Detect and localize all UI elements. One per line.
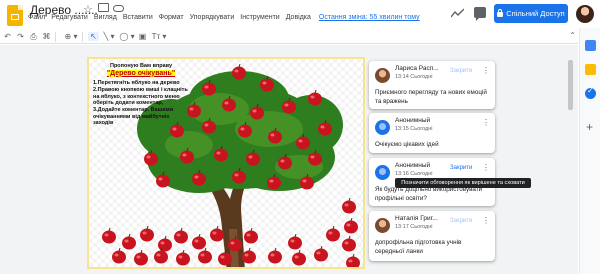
lock-icon: [497, 9, 504, 17]
share-button-label: Спільний Доступ: [506, 9, 565, 18]
tasks-icon[interactable]: [585, 86, 596, 99]
slides-editor: Дерево ....... ☆ Файл Редагувати Вигляд …: [0, 0, 600, 274]
apple-icon[interactable]: [268, 247, 282, 264]
keep-icon[interactable]: [585, 64, 596, 75]
title-bar: Дерево ....... ☆ Файл Редагувати Вигляд …: [0, 0, 600, 26]
more-options-icon[interactable]: ⋮: [482, 118, 490, 127]
shape-tool-icon[interactable]: ◯ ▾: [119, 32, 135, 41]
menu-help[interactable]: Довідка: [286, 14, 311, 21]
add-addon-icon[interactable]: +: [586, 120, 593, 134]
paint-format-icon[interactable]: ⌘: [41, 32, 52, 41]
comment-time: 13:15 Сьогодні: [395, 126, 433, 132]
comment-avatar: [375, 218, 390, 233]
slide[interactable]: Пропоную Вам вправу "Дерево очікувань" 1…: [87, 57, 365, 269]
comment-history-icon[interactable]: [474, 7, 486, 21]
comment-author: Анонимный: [395, 162, 431, 169]
toolbar-divider: [82, 31, 83, 42]
toolbar: ↶ ↷ ⎙ ⌘ ⊕ ▾ ↖ ╲ ▾ ◯ ▾ ▣ Tᴛ ▾ ⌃: [0, 30, 578, 44]
comment-body: Як будуть доцільно використовувати профі…: [375, 186, 483, 202]
move-folder-icon[interactable]: [98, 3, 109, 12]
menu-file[interactable]: Файл: [28, 14, 45, 21]
select-cursor-icon[interactable]: ↖: [88, 32, 99, 41]
comment-time: 13:16 Сьогодні: [395, 171, 433, 177]
menu-bar: Файл Редагувати Вигляд Вставити Формат У…: [28, 14, 426, 21]
comment-body: допрофільна підготовка учнів середньої л…: [375, 239, 462, 255]
apple-icon[interactable]: [134, 249, 148, 266]
resolve-button[interactable]: Закрити: [450, 218, 472, 224]
comment-card[interactable]: Наталія Григ... 13:17 Сьогодні Закрити ⋮…: [369, 211, 495, 261]
apple-icon[interactable]: [232, 63, 246, 80]
apple-icon[interactable]: [308, 89, 322, 106]
cloud-saved-icon: [113, 5, 124, 12]
menu-format[interactable]: Формат: [159, 14, 184, 21]
comment-card[interactable]: Анонимный 13:15 Сьогодні ⋮ Очікуємо ціка…: [369, 113, 495, 153]
comment-body: Приємного перегляду та нових емоцій та в…: [375, 89, 487, 105]
apple-icon[interactable]: [342, 235, 356, 252]
toolbar-divider: [55, 31, 56, 42]
resolve-button[interactable]: Закрити: [450, 165, 472, 171]
text-tool-icon[interactable]: Tᴛ ▾: [150, 32, 168, 41]
apple-icon[interactable]: [326, 225, 340, 242]
menu-edit[interactable]: Редагувати: [51, 14, 88, 21]
apple-icon[interactable]: [242, 247, 256, 264]
apple-icon[interactable]: [344, 217, 358, 234]
comment-avatar: [375, 120, 390, 135]
apple-icon[interactable]: [198, 247, 212, 264]
more-options-icon[interactable]: ⋮: [482, 163, 490, 172]
comment-author: Анонимный: [395, 117, 431, 124]
comment-author: Наталія Григ...: [395, 215, 438, 222]
comment-time: 13:14 Сьогодні: [395, 74, 433, 80]
apple-icon[interactable]: [314, 245, 328, 262]
zoom-icon[interactable]: ⊕ ▾: [63, 32, 79, 41]
apple-icon[interactable]: [102, 227, 116, 244]
apple-icon[interactable]: [112, 247, 126, 264]
apple-icon[interactable]: [140, 225, 154, 242]
print-icon[interactable]: ⎙: [28, 32, 39, 42]
menu-arrange[interactable]: Упорядкувати: [190, 14, 235, 21]
apple-icon[interactable]: [210, 225, 224, 242]
line-tool-icon[interactable]: ╲ ▾: [101, 32, 117, 41]
menu-insert[interactable]: Вставити: [123, 14, 153, 21]
apple-icon[interactable]: [288, 233, 302, 250]
image-tool-icon[interactable]: ▣: [137, 32, 148, 41]
apple-icon[interactable]: [244, 227, 258, 244]
apple-icon[interactable]: [174, 227, 188, 244]
comment-avatar: [375, 68, 390, 83]
slides-logo-icon[interactable]: [7, 5, 23, 26]
menu-view[interactable]: Вигляд: [94, 14, 117, 21]
resolve-tooltip: Позначити обговорення як вирішене та схо…: [395, 178, 531, 188]
comment-time: 13:17 Сьогодні: [395, 224, 433, 230]
apple-icon[interactable]: [342, 197, 356, 214]
menu-tools[interactable]: Інструменти: [240, 14, 279, 21]
calendar-icon[interactable]: [585, 40, 596, 51]
side-panel: +: [579, 28, 600, 274]
comment-card[interactable]: Лариса Расп... 13:14 Сьогодні Закрити ⋮ …: [369, 61, 495, 109]
slide-instructions[interactable]: Пропоную Вам вправу "Дерево очікувань" 1…: [93, 63, 189, 127]
undo-icon[interactable]: ↶: [2, 32, 13, 41]
more-options-icon[interactable]: ⋮: [482, 66, 490, 75]
apple-icon[interactable]: [158, 235, 172, 252]
apple-icon[interactable]: [346, 253, 360, 269]
activity-trend-icon[interactable]: [451, 8, 464, 18]
slide-title: "Дерево очікувань": [93, 69, 189, 79]
redo-icon[interactable]: ↷: [15, 32, 26, 41]
comment-body: Очікуємо цікавих ідей: [375, 141, 439, 148]
more-options-icon[interactable]: ⋮: [482, 216, 490, 225]
comments-panel: Лариса Расп... 13:14 Сьогодні Закрити ⋮ …: [369, 57, 498, 274]
comment-author: Лариса Расп...: [395, 65, 439, 72]
apple-icon[interactable]: [292, 249, 306, 266]
slide-intro: Пропоную Вам вправу: [109, 63, 172, 69]
account-avatar[interactable]: [576, 5, 594, 23]
comment-avatar: [375, 165, 390, 180]
last-edit-link[interactable]: Остання зміна: 55 хвилин тому: [319, 14, 420, 21]
apple-icon[interactable]: [122, 233, 136, 250]
share-button[interactable]: Спільний Доступ: [494, 4, 568, 23]
apple-icon[interactable]: [192, 233, 206, 250]
resolve-button[interactable]: Закрити: [450, 68, 472, 74]
scrollbar[interactable]: [568, 60, 573, 110]
slide-title-text: "Дерево очікувань": [106, 69, 176, 77]
slide-steps: 1.Перетягніть яблуко на дерево 2.Правою …: [93, 80, 188, 127]
collapse-toolbar-icon[interactable]: ⌃: [569, 31, 576, 40]
apple-icon[interactable]: [176, 249, 190, 266]
